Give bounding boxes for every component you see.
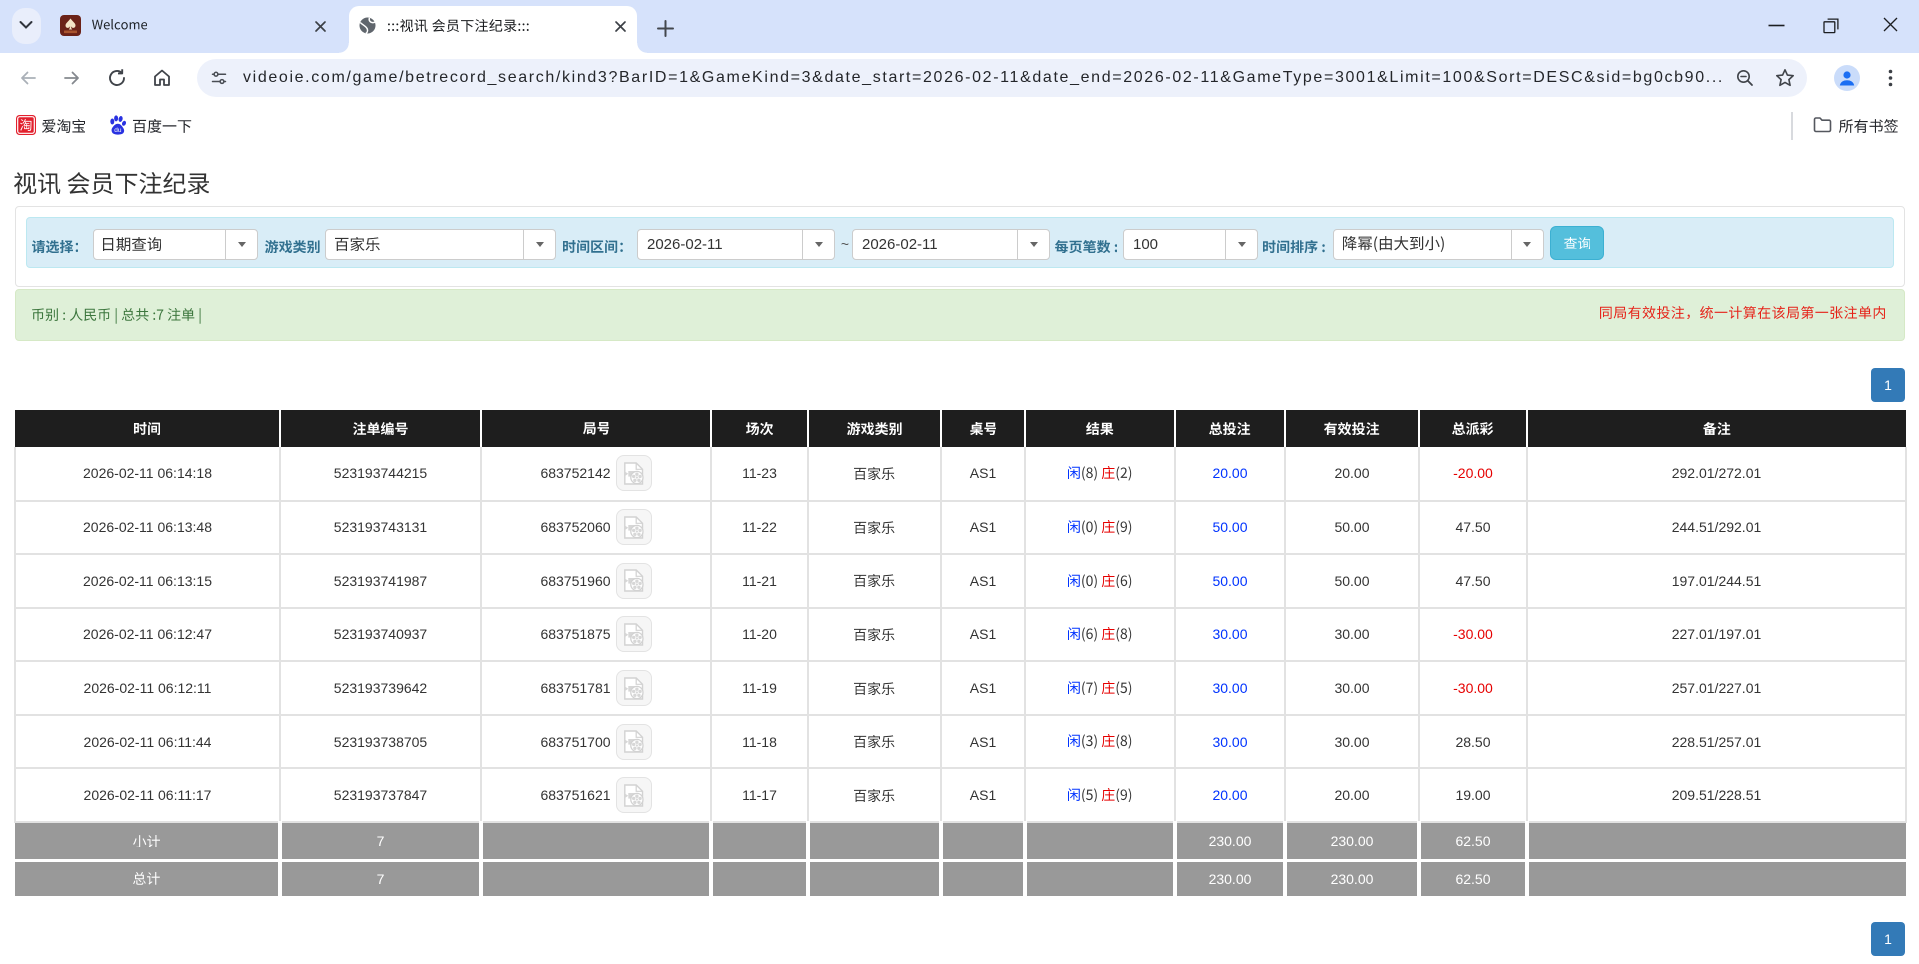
- svg-text:du: du: [114, 127, 122, 134]
